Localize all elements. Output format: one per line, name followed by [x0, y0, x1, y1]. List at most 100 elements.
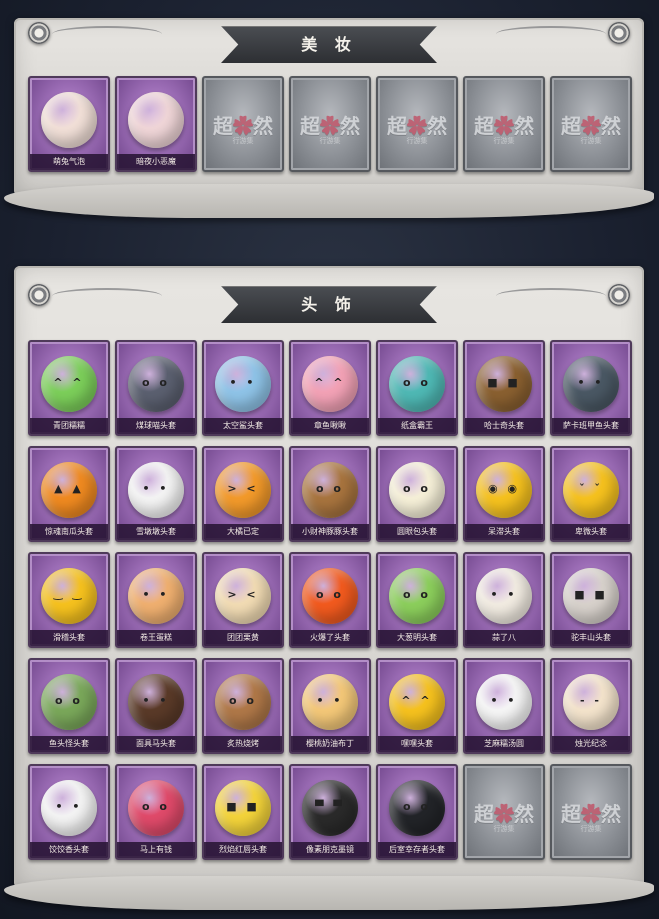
item-icon: - - — [563, 674, 619, 730]
item-label: 炙热烧烤 — [204, 736, 282, 752]
item-card[interactable]: ^ ^ 章鱼啾啾 — [289, 340, 371, 436]
item-card[interactable]: • • 太空鲨头套 — [202, 340, 284, 436]
item-icon: o o — [389, 356, 445, 412]
locked-item-card[interactable]: 超✿然 行游集 — [550, 76, 632, 172]
item-card[interactable]: ◉ ◉ 呆滞头套 — [463, 446, 545, 542]
item-icon: > < — [215, 568, 271, 624]
item-label: 太空鲨头套 — [204, 418, 282, 434]
item-label: 火爆了头套 — [291, 630, 369, 646]
item-card[interactable]: o o 炙热烧烤 — [202, 658, 284, 754]
item-card[interactable]: ■ ■ 烈焰红唇头套 — [202, 764, 284, 860]
item-card[interactable]: • • 蒜了八 — [463, 552, 545, 648]
item-label: 滑稽头套 — [30, 630, 108, 646]
item-face: o o — [142, 376, 170, 389]
item-card[interactable]: o o 纸盒霸王 — [376, 340, 458, 436]
item-icon: ◉ ◉ — [476, 462, 532, 518]
item-label: 芝麻糯汤圆 — [465, 736, 543, 752]
watermark-logo: 超✿然 — [474, 802, 534, 826]
item-icon: ^ ^ — [302, 356, 358, 412]
item-card[interactable]: • • 雪墩墩头套 — [115, 446, 197, 542]
item-label: 像素朋克墨镜 — [291, 842, 369, 858]
section-title-headwear: 头 饰 — [221, 286, 437, 323]
item-card[interactable]: ■ ■ 驼丰山头套 — [550, 552, 632, 648]
item-card[interactable]: o o 圆眼包头套 — [376, 446, 458, 542]
section-title-makeup: 美 妆 — [221, 26, 437, 63]
item-face: ▲ ▲ — [54, 482, 84, 495]
watermark-subtitle: 行游集 — [406, 137, 428, 145]
item-face: o o — [403, 482, 431, 495]
item-card[interactable]: > < 团团栗黄 — [202, 552, 284, 648]
item-card[interactable]: • • 萨卡班甲鱼头套 — [550, 340, 632, 436]
locked-item-card[interactable]: 超✿然 行游集 — [463, 76, 545, 172]
watermark-subtitle: 行游集 — [493, 137, 515, 145]
item-card[interactable]: - - 烛光纪念 — [550, 658, 632, 754]
item-face: • • — [316, 694, 344, 707]
item-card[interactable]: o o 煤球喵头套 — [115, 340, 197, 436]
locked-item-card[interactable]: 超✿然 行游集 — [550, 764, 632, 860]
item-face: • • — [142, 482, 170, 495]
item-face: • • — [142, 694, 170, 707]
item-card[interactable]: ▀ ▀ 像素朋克墨镜 — [289, 764, 371, 860]
item-card[interactable]: o o 马上有钱 — [115, 764, 197, 860]
item-icon: o o — [389, 462, 445, 518]
item-face: ˇ ˇ — [579, 482, 603, 495]
item-label: 纸盒霸王 — [378, 418, 456, 434]
ornament-icon — [608, 22, 630, 44]
item-card[interactable]: o o 后室幸存者头套 — [376, 764, 458, 860]
item-face: > < — [227, 588, 259, 601]
watermark-subtitle: 行游集 — [580, 825, 602, 833]
watermark-logo: 超✿然 — [300, 114, 360, 138]
headwear-panel: 头 饰 ^ ^ 青团糯糯 o o 煤球喵头套 • • 太空鲨头套 ^ ^ 章鱼啾啾 o o 纸盒霸… — [4, 266, 654, 910]
item-face: • • — [55, 800, 83, 813]
item-card[interactable]: ■ ■ 哈士奇头套 — [463, 340, 545, 436]
item-icon: • • — [41, 780, 97, 836]
item-card[interactable]: o o 小财神豚豚头套 — [289, 446, 371, 542]
item-card[interactable]: • • 面具马头套 — [115, 658, 197, 754]
locked-item-card[interactable]: 超✿然 行游集 — [202, 76, 284, 172]
item-label: 卷王蛋糕 — [117, 630, 195, 646]
item-card[interactable]: 萌兔气泡 — [28, 76, 110, 172]
item-card[interactable]: ‿ ‿ 滑稽头套 — [28, 552, 110, 648]
item-label: 惊魂南瓜头套 — [30, 524, 108, 540]
item-card[interactable]: 暗夜小恶魔 — [115, 76, 197, 172]
item-face: • • — [142, 588, 170, 601]
item-card[interactable]: o o 大葱明头套 — [376, 552, 458, 648]
item-label: 嘿嘿头套 — [378, 736, 456, 752]
item-card[interactable]: o o 火爆了头套 — [289, 552, 371, 648]
item-icon: • • — [215, 356, 271, 412]
locked-item-card[interactable]: 超✿然 行游集 — [376, 76, 458, 172]
item-card[interactable]: • • 饺饺香头套 — [28, 764, 110, 860]
watermark-logo: 超✿然 — [561, 802, 621, 826]
item-face: ^ ^ — [314, 376, 346, 389]
item-card[interactable]: ^ ^ 青团糯糯 — [28, 340, 110, 436]
item-label: 萨卡班甲鱼头套 — [552, 418, 630, 434]
item-icon: o o — [215, 674, 271, 730]
item-card[interactable]: ˇ ˇ 卑微头套 — [550, 446, 632, 542]
item-label: 大葱明头套 — [378, 630, 456, 646]
item-card[interactable]: • • 卷王蛋糕 — [115, 552, 197, 648]
item-face: ◉ ◉ — [487, 482, 521, 495]
watermark-subtitle: 行游集 — [319, 137, 341, 145]
watermark-subtitle: 行游集 — [232, 137, 254, 145]
item-face: o o — [229, 694, 257, 707]
locked-item-card[interactable]: 超✿然 行游集 — [463, 764, 545, 860]
item-face: o o — [316, 482, 344, 495]
item-face: • • — [229, 376, 257, 389]
item-label: 章鱼啾啾 — [291, 418, 369, 434]
item-label: 圆眼包头套 — [378, 524, 456, 540]
makeup-panel: 美 妆 萌兔气泡 暗夜小恶魔 超✿然 行游集 超✿然 行游集 超✿然 行游集 超✿然 行游集 超✿然… — [4, 18, 654, 218]
item-card[interactable]: ^ ^ 嘿嘿头套 — [376, 658, 458, 754]
item-card[interactable]: o o 鱼头怪头套 — [28, 658, 110, 754]
item-icon: ▀ ▀ — [302, 780, 358, 836]
item-card[interactable]: > < 大橘已定 — [202, 446, 284, 542]
locked-item-card[interactable]: 超✿然 行游集 — [289, 76, 371, 172]
item-face: o o — [142, 800, 170, 813]
item-card[interactable]: ▲ ▲ 惊魂南瓜头套 — [28, 446, 110, 542]
item-label: 暗夜小恶魔 — [117, 154, 195, 170]
item-card[interactable]: • • 芝麻糯汤圆 — [463, 658, 545, 754]
item-icon: ■ ■ — [563, 568, 619, 624]
item-label: 卑微头套 — [552, 524, 630, 540]
item-icon: • • — [476, 674, 532, 730]
item-card[interactable]: • • 樱桃奶油布丁 — [289, 658, 371, 754]
item-label: 团团栗黄 — [204, 630, 282, 646]
